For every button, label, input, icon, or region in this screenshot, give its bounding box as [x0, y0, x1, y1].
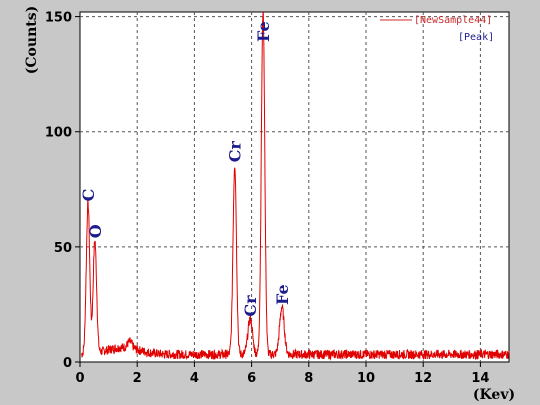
x-tick-label: 6 — [247, 371, 256, 386]
chart-container: 0 2 4 6 8 10 12 14 0 50 100 150 C O Cr Cr Fe Fe [NewSamp… — [0, 0, 540, 405]
x-tick-label: 14 — [471, 371, 489, 386]
x-tick-label: 4 — [190, 371, 199, 386]
y-tick-label: 150 — [45, 11, 72, 26]
legend-label-peak: [Peak] — [458, 32, 494, 43]
x-tick-label: 0 — [75, 371, 84, 386]
legend-label-newsample44: [NewSample44] — [414, 15, 492, 26]
y-tick-label: 100 — [45, 126, 72, 141]
y-tick-label: 0 — [63, 356, 72, 371]
peak-label: O — [86, 224, 105, 238]
x-tick-label: 12 — [414, 371, 432, 386]
peak-label: C — [79, 189, 98, 202]
peak-label: Fe — [254, 21, 273, 42]
eds-spectrum-chart: 0 2 4 6 8 10 12 14 0 50 100 150 C O Cr Cr Fe Fe [NewSamp… — [24, 6, 515, 403]
plot-area — [79, 11, 510, 363]
x-axis-title: (Kev) — [473, 387, 515, 403]
y-tick-label: 50 — [54, 241, 72, 256]
peak-label: Fe — [273, 284, 292, 305]
x-tick-label: 2 — [133, 371, 142, 386]
x-tick-label: 10 — [357, 371, 375, 386]
peak-label: Cr — [241, 295, 260, 317]
x-tick-label: 8 — [304, 371, 313, 386]
y-axis-title: (Counts) — [24, 6, 40, 74]
peak-label: Cr — [226, 141, 245, 163]
